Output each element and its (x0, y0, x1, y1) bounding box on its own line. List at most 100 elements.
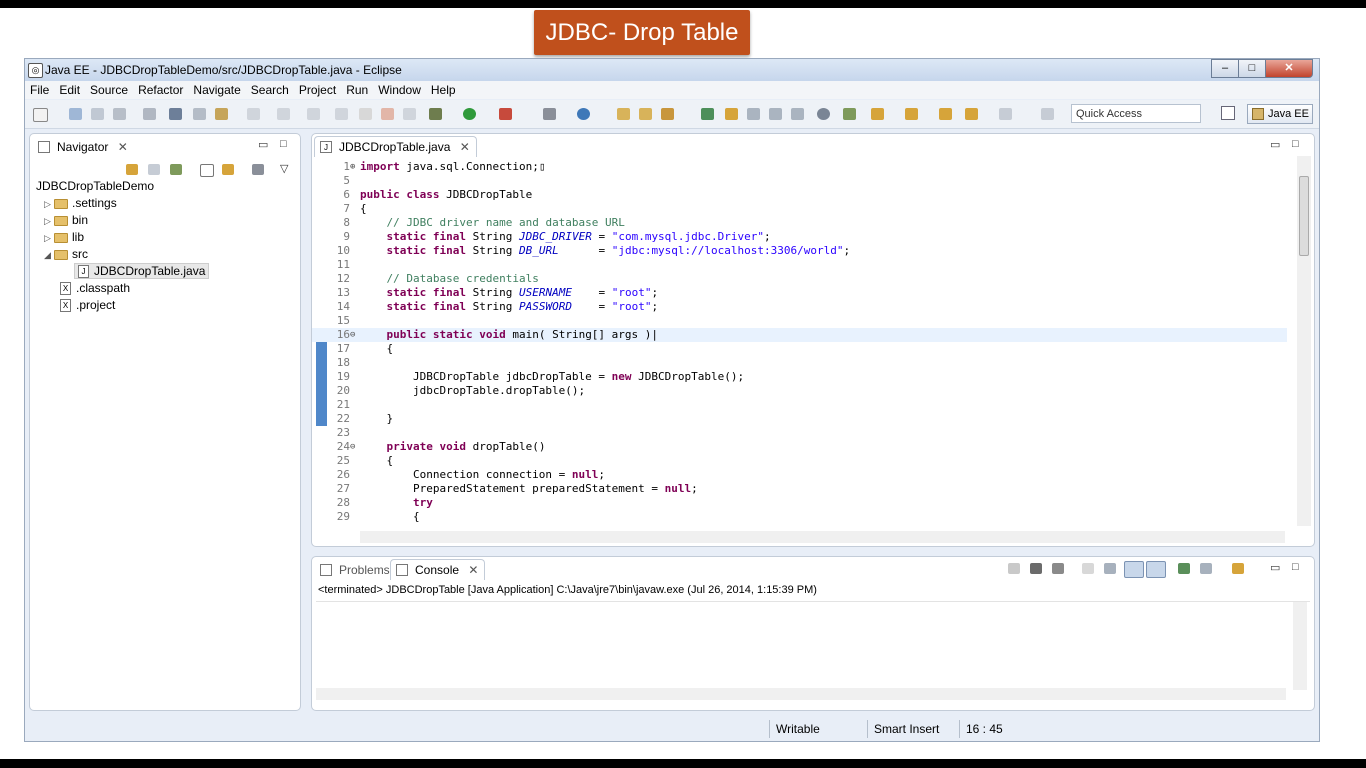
open-folder-icon[interactable] (639, 108, 652, 120)
tab-console[interactable]: Console ✕ (390, 559, 486, 580)
terminal-icon[interactable] (143, 108, 156, 120)
maximize-view-icon[interactable]: □ (1292, 138, 1299, 150)
tree-item-settings[interactable]: ▷ .settings (38, 195, 209, 212)
tree-item-bin[interactable]: ▷ bin (38, 212, 209, 229)
minimize-view-icon[interactable]: ▭ (258, 138, 268, 151)
step-icon[interactable] (307, 108, 320, 120)
collapse-fold-icon[interactable]: ⊖ (350, 328, 358, 342)
open-type-icon[interactable] (617, 108, 630, 120)
tab-navigator[interactable]: Navigator ✕ (32, 136, 135, 157)
search-tool-icon[interactable] (661, 108, 674, 120)
jpa-icon[interactable] (843, 108, 856, 120)
menu-run[interactable]: Run (341, 83, 373, 97)
collapse-fold-icon[interactable]: ⊖ (350, 440, 358, 454)
code-line[interactable]: 10 static final String DB_URL = "jdbc:my… (312, 244, 1287, 258)
code-line[interactable]: 13 static final String USERNAME = "root"… (312, 286, 1287, 300)
link-editor-icon[interactable] (222, 164, 234, 175)
close-button[interactable]: ✕ (1265, 59, 1313, 78)
maximize-view-icon[interactable]: □ (1292, 561, 1299, 573)
menu-source[interactable]: Source (85, 83, 133, 97)
console-horizontal-scrollbar[interactable] (316, 688, 1286, 700)
perspective-button[interactable]: Java EE (1247, 104, 1313, 124)
filter-icon[interactable] (252, 164, 264, 175)
task-icon[interactable] (215, 108, 228, 120)
menu-search[interactable]: Search (246, 83, 294, 97)
display-console-icon[interactable] (1200, 563, 1212, 574)
redo-icon[interactable] (277, 108, 290, 120)
terminate-icon[interactable] (381, 108, 394, 120)
expand-fold-icon[interactable]: ⊕ (350, 160, 358, 174)
prev-annotation-icon[interactable] (905, 108, 918, 120)
go-into-icon[interactable] (170, 164, 182, 175)
code-line[interactable]: 14 static final String PASSWORD = "root"… (312, 300, 1287, 314)
expand-icon[interactable]: ▷ (44, 196, 54, 213)
close-icon[interactable]: ✕ (460, 140, 470, 154)
external-tools-icon[interactable] (499, 108, 512, 120)
code-line[interactable]: 11 (312, 258, 1287, 272)
console-vertical-scrollbar[interactable] (1293, 602, 1307, 690)
code-line[interactable]: 6 public class JDBCDropTable (312, 188, 1287, 202)
code-editor[interactable]: 1 ⊕ import java.sql.Connection;▯ 5 6 public c… (312, 156, 1287, 526)
expand-icon[interactable]: ▷ (44, 230, 54, 247)
quick-access-field[interactable]: Quick Access (1071, 104, 1201, 123)
tree-item-lib[interactable]: ▷ lib (38, 229, 209, 246)
code-line[interactable]: 21 (312, 398, 1287, 412)
code-line[interactable]: 20 jdbcDropTable.dropTable(); (312, 384, 1287, 398)
web-browser-icon[interactable] (817, 108, 830, 120)
new-java-class-icon[interactable] (577, 108, 590, 120)
show-whitespace-icon[interactable] (791, 108, 804, 120)
minimize-view-icon[interactable]: ▭ (1270, 138, 1280, 151)
maximize-button[interactable]: □ (1238, 59, 1266, 78)
expand-icon[interactable]: ▷ (44, 213, 54, 230)
code-line[interactable]: 25 { (312, 454, 1287, 468)
code-line[interactable]: 28 try (312, 496, 1287, 510)
clear-console-icon[interactable] (1082, 563, 1094, 574)
code-line[interactable]: 12 // Database credentials (312, 272, 1287, 286)
menu-help[interactable]: Help (426, 83, 461, 97)
menu-refactor[interactable]: Refactor (133, 83, 188, 97)
menu-project[interactable]: Project (294, 83, 341, 97)
next-annotation-icon[interactable] (871, 108, 884, 120)
highlight-icon[interactable] (725, 108, 738, 120)
terminate-icon[interactable] (1008, 563, 1020, 574)
new-icon[interactable] (33, 108, 48, 122)
code-line[interactable]: 23 (312, 426, 1287, 440)
code-line[interactable]: 7{ (312, 202, 1287, 216)
open-perspective-icon[interactable] (1221, 106, 1235, 120)
disconnect-icon[interactable] (403, 108, 416, 120)
show-stdout-icon[interactable] (1124, 561, 1144, 578)
remove-launch-icon[interactable] (1030, 563, 1042, 574)
code-line[interactable]: 15 (312, 314, 1287, 328)
code-line[interactable]: 18 (312, 356, 1287, 370)
minimize-view-icon[interactable]: ▭ (1270, 561, 1280, 574)
minimize-button[interactable]: – (1211, 59, 1239, 78)
tab-java-file[interactable]: J JDBCDropTable.java ✕ (314, 136, 477, 157)
resume-icon[interactable] (335, 108, 348, 120)
collapse-icon[interactable]: ◢ (44, 247, 54, 264)
show-stderr-icon[interactable] (1146, 561, 1166, 578)
forward-icon[interactable] (999, 108, 1012, 120)
forward-nav-icon[interactable] (148, 164, 160, 175)
project-node[interactable]: JDBCDropTableDemo (36, 178, 209, 195)
code-line[interactable]: 22 } (312, 412, 1287, 426)
tree-item-src[interactable]: ◢ src (38, 246, 209, 263)
format-icon[interactable] (193, 108, 206, 120)
save-icon[interactable] (69, 108, 82, 120)
new-server-icon[interactable] (543, 108, 556, 120)
pin-console-icon[interactable] (1178, 563, 1190, 574)
tree-item-classpath[interactable]: X .classpath (60, 280, 209, 297)
save-all-icon[interactable] (91, 108, 104, 120)
scroll-thumb[interactable] (1299, 176, 1309, 256)
open-console-icon[interactable] (1232, 563, 1244, 574)
code-line[interactable]: 1 ⊕ import java.sql.Connection;▯ (312, 160, 1287, 174)
code-line[interactable]: 16 ⊖ public static void main( String[] ar… (312, 328, 1287, 342)
occurrence-icon[interactable] (747, 108, 760, 120)
code-line[interactable]: 26 Connection connection = null; (312, 468, 1287, 482)
pin-icon[interactable] (1041, 108, 1054, 120)
print-icon[interactable] (113, 108, 126, 120)
code-line[interactable]: 17 { (312, 342, 1287, 356)
close-icon[interactable]: ✕ (468, 563, 478, 577)
console-output[interactable] (316, 601, 1310, 708)
remove-all-icon[interactable] (1052, 563, 1064, 574)
annotation-icon[interactable] (701, 108, 714, 120)
